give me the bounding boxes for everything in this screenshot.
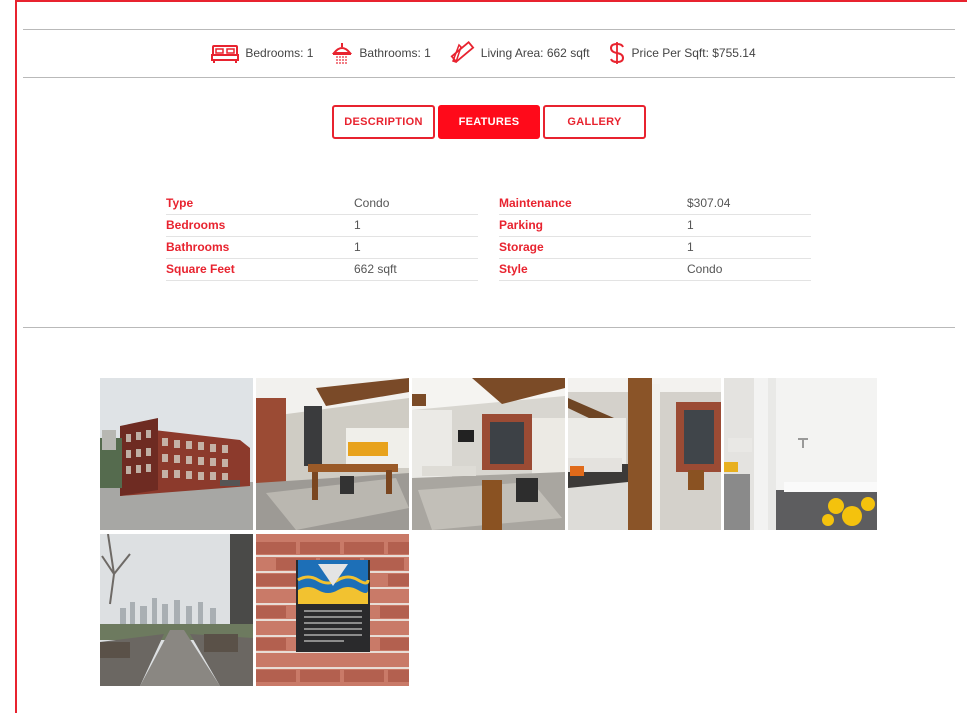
feature-label: Square Feet [166,262,235,276]
dollar-icon [608,41,626,65]
feature-row: Type Condo [166,193,478,215]
feature-row: Maintenance $307.04 [499,193,811,215]
feature-value: 1 [354,218,361,232]
feature-row: Parking 1 [499,215,811,237]
feature-label: Type [166,196,194,210]
stat-label: Price Per Sqft: $755.14 [631,46,756,60]
features-left-column: Type Condo Bedrooms 1 Bathrooms 1 Square… [166,193,478,281]
feature-value: 1 [687,240,694,254]
gallery-photo-bedroom[interactable] [568,378,721,530]
gallery-photo-bathroom[interactable] [724,378,877,530]
feature-label: Bathrooms [166,240,230,254]
stat-label: Bathrooms: 1 [359,46,431,60]
feature-value: $307.04 [687,196,731,210]
feature-value: Condo [354,196,390,210]
gallery-photo-dining[interactable] [256,378,409,530]
feature-row: Square Feet 662 sqft [166,259,478,281]
feature-label: Parking [499,218,544,232]
feature-row: Bathrooms 1 [166,237,478,259]
gallery-photo-courtyard[interactable] [100,534,253,686]
divider [23,77,955,78]
feature-row: Bedrooms 1 [166,215,478,237]
tab-gallery[interactable]: GALLERY [543,105,646,139]
gallery-photo-exterior[interactable] [100,378,253,530]
features-right-column: Maintenance $307.04 Parking 1 Storage 1 … [499,193,811,281]
shower-icon [331,41,353,65]
feature-value: Condo [687,262,723,276]
feature-value: 1 [354,240,361,254]
stat-label: Living Area: 662 sqft [480,46,590,60]
feature-value: 662 sqft [354,262,397,276]
stat-bathrooms: Bathrooms: 1 [331,41,431,65]
feature-label: Maintenance [499,196,572,210]
feature-label: Bedrooms [166,218,226,232]
ruler-icon [449,41,475,65]
feature-label: Storage [499,240,544,254]
stat-price-per-sqft: Price Per Sqft: $755.14 [608,41,756,65]
gallery-photo-living[interactable] [412,378,565,530]
stat-label: Bedrooms: 1 [245,46,314,60]
feature-row: Storage 1 [499,237,811,259]
divider [23,29,955,30]
stat-living-area: Living Area: 662 sqft [449,41,590,65]
feature-row: Style Condo [499,259,811,281]
feature-label: Style [499,262,528,276]
gallery-photo-heritage-plaque[interactable] [256,534,409,686]
divider [23,327,955,328]
stat-bedrooms: Bedrooms: 1 [211,42,313,64]
tab-features[interactable]: FEATURES [438,105,540,139]
property-stats: Bedrooms: 1 Bathrooms: 1 Living Area: 66… [0,40,967,66]
feature-value: 1 [687,218,694,232]
tab-bar: DESCRIPTION FEATURES GALLERY [332,105,646,139]
tab-description[interactable]: DESCRIPTION [332,105,435,139]
bed-icon [211,42,240,64]
